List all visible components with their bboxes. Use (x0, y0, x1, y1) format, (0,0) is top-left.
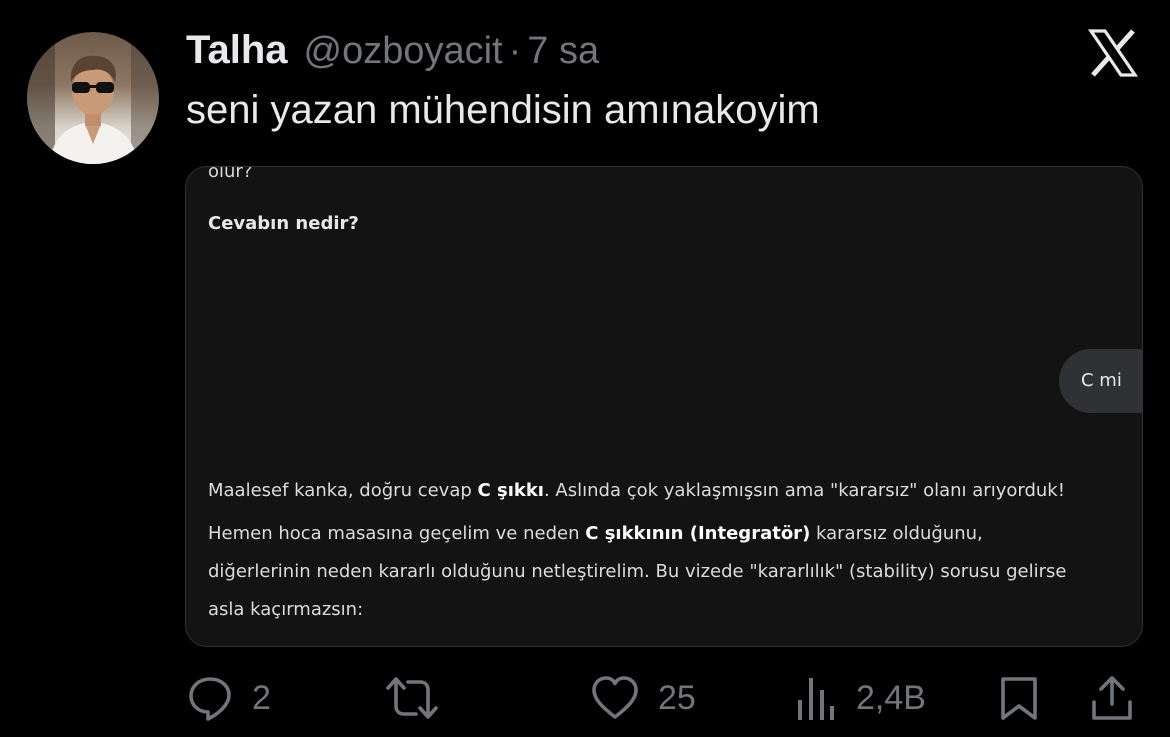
like-count: 25 (658, 678, 696, 717)
answer-text: Maalesef kanka, doğru cevap (208, 480, 478, 501)
bookmark-icon (1001, 677, 1037, 720)
tweet-header: Talha @ozboyacit · 7 sa (186, 28, 599, 78)
repost-icon (386, 677, 438, 719)
answer-text: kararsız olduğunu, (810, 523, 983, 544)
answer-text: diğerlerinin neden kararlı olduğunu netl… (208, 561, 1067, 582)
avatar-photo (27, 32, 159, 164)
author-handle[interactable]: @ozboyacit (304, 30, 503, 73)
share-button[interactable] (1090, 668, 1134, 728)
tweet-text: seni yazan mühendisin amınakoyim (186, 88, 820, 132)
bookmark-button[interactable] (998, 668, 1040, 728)
heart-icon (592, 676, 638, 719)
author-name[interactable]: Talha (186, 28, 288, 73)
repost-button[interactable] (384, 668, 458, 728)
cropped-text: olur? (208, 166, 253, 182)
tweet-media-screenshot[interactable]: olur? Cevabın nedir? C mi Maalesef kanka… (185, 166, 1143, 647)
action-bar: 2 25 2,4B (0, 668, 1170, 728)
answer-bold-text: C şıkkının (Integratör) (585, 523, 811, 544)
question-heading: Cevabın nedir? (208, 213, 359, 234)
answer-paragraph-1: Maalesef kanka, doğru cevap C şıkkı. Asl… (208, 477, 1128, 505)
user-message-bubble: C mi (1059, 349, 1142, 413)
avatar[interactable] (27, 32, 159, 164)
x-logo-icon[interactable] (1087, 28, 1139, 78)
view-count: 2,4B (856, 678, 926, 717)
answer-paragraph-2: Hemen hoca masasına geçelim ve neden C ş… (208, 515, 1128, 629)
reply-count: 2 (252, 678, 271, 717)
answer-text: . Aslında çok yaklaşmışsın ama "kararsız… (543, 480, 1065, 501)
separator-dot: · (508, 30, 522, 72)
answer-text: asla kaçırmazsın: (208, 599, 364, 620)
answer-bold-text: C şıkkı (477, 480, 544, 501)
share-icon (1092, 676, 1132, 720)
tweet-view: Talha @ozboyacit · 7 sa seni yazan mühen… (0, 0, 1170, 737)
views-icon (798, 678, 834, 720)
views-button[interactable]: 2,4B (796, 668, 926, 728)
like-button[interactable]: 25 (590, 668, 696, 728)
reply-button[interactable]: 2 (186, 668, 271, 728)
answer-text: Hemen hoca masasına geçelim ve neden (208, 523, 586, 544)
assistant-answer: Maalesef kanka, doğru cevap C şıkkı. Asl… (208, 477, 1128, 629)
reply-icon (189, 677, 231, 721)
timestamp[interactable]: 7 sa (527, 30, 599, 73)
